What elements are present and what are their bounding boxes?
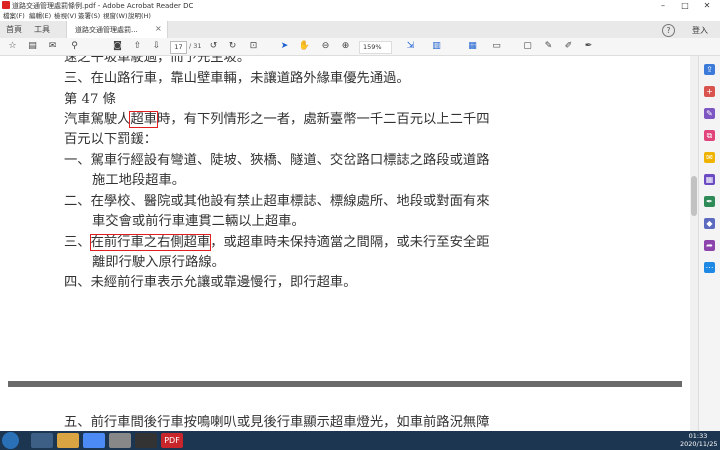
vertical-scrollbar[interactable] <box>690 56 698 431</box>
window-title: 道路交通管理處罰條例.pdf - Adobe Acrobat Reader DC <box>12 2 194 10</box>
page-separator <box>8 381 682 387</box>
zoom-level-dropdown[interactable]: 159% <box>359 41 392 54</box>
tab-close-icon[interactable]: × <box>155 24 162 33</box>
title-bar: 道路交通管理處罰條例.pdf - Adobe Acrobat Reader DC… <box>0 0 720 11</box>
menu-window[interactable]: 視窗(W) <box>103 11 128 21</box>
tab-bar: 首頁 工具 道路交通管理處罰... × <box>0 21 720 39</box>
explorer-icon[interactable] <box>31 433 53 448</box>
doc-line-11: 四、未經前行車表示允讓或靠邊慢行，即行超車。 <box>64 275 357 290</box>
doc-line-9: 三、在前行車之右側超車，或超車時未保持適當之間隔，或未行至安全距 <box>64 234 490 251</box>
page-total: / 31 <box>189 42 202 50</box>
doc-line-0: 速之午坡車駛過，而予先生坡。 <box>64 56 251 65</box>
doc-line-1: 三、在山路行車，靠山壁車輛，未讓道路外緣車優先通過。 <box>64 71 410 86</box>
maximize-button[interactable]: □ <box>674 0 696 11</box>
page-up-icon[interactable]: ⇧ <box>131 40 144 53</box>
right-tools-panel: ⇪ + ✎ ⧉ ✉ ▦ ✒ ◆ ➦ ⋯ <box>698 56 720 431</box>
doc-line-3: 汽車駕駛人超車時，有下列情形之一者，處新臺幣一千二百元以上二千四 <box>64 111 490 128</box>
organize-pages-icon[interactable]: ▦ <box>704 174 715 185</box>
export-pdf-icon[interactable]: ⇪ <box>704 64 715 75</box>
tab-tools[interactable]: 工具 <box>34 21 54 38</box>
highlight-box: 在前行車之右側超車 <box>89 234 212 251</box>
bookmark-star-icon[interactable]: ☆ <box>6 40 19 53</box>
tab-document[interactable]: 道路交通管理處罰... × <box>66 21 168 39</box>
doc-text: 汽車駕駛人 <box>64 112 131 127</box>
page-layout-icon[interactable]: ▦ <box>466 40 479 53</box>
tab-document-label: 道路交通管理處罰... <box>75 26 138 34</box>
scroll-mode-icon[interactable]: ▥ <box>430 40 443 53</box>
comment-icon[interactable]: ▢ <box>521 40 534 53</box>
send-for-review-icon[interactable]: ➦ <box>704 240 715 251</box>
read-mode-icon[interactable]: ▭ <box>490 40 503 53</box>
create-pdf-icon[interactable]: + <box>704 86 715 97</box>
toolbar: ☆ ▤ ✉ ⚲ ◙ ⇧ ⇩ 17 / 31 ↺ ↻ ⊡ ➤ ✋ ⊖ ⊕ 159%… <box>0 38 720 56</box>
comment-tool-icon[interactable]: ✉ <box>704 152 715 163</box>
acrobat-taskbar-icon[interactable]: PDF <box>161 433 183 448</box>
doc-line-6: 施工地段超車。 <box>92 173 186 188</box>
protect-icon[interactable]: ◆ <box>704 218 715 229</box>
print-icon[interactable]: ▤ <box>26 40 39 53</box>
folder-icon[interactable] <box>57 433 79 448</box>
doc-line-5: 一、駕車行經設有彎道、陡坡、狹橋、隧道、交岔路口標誌之路段或道路 <box>64 153 490 168</box>
document-view[interactable]: 速之午坡車駛過，而予先生坡。 三、在山路行車，靠山壁車輛，未讓道路外緣車優先通過… <box>0 56 698 431</box>
edit-pdf-icon[interactable]: ✎ <box>704 108 715 119</box>
ime-tool-icon[interactable] <box>135 433 157 448</box>
menu-sign[interactable]: 簽署(S) <box>78 11 100 21</box>
menu-help[interactable]: 說明(H) <box>128 11 151 21</box>
rotate-left-icon[interactable]: ↺ <box>207 40 220 53</box>
pen-icon[interactable]: ✎ <box>542 40 555 53</box>
start-button[interactable] <box>2 432 19 449</box>
fit-page-icon[interactable]: ⊡ <box>247 40 260 53</box>
login-button[interactable]: 登入 <box>692 25 708 36</box>
close-button[interactable]: ✕ <box>696 0 718 11</box>
doc-line-12: 五、前行車間後行車按鳴喇叭或見後行車顯示超車燈光，如車前路況無障 <box>64 415 490 430</box>
mail-icon[interactable] <box>109 433 131 448</box>
doc-line-8: 車交會或前行車連貫二輛以上超車。 <box>92 214 305 229</box>
doc-text: ，或超車時未保持適當之間隔，或未行至安全距 <box>210 235 490 250</box>
more-tools-icon[interactable]: ⋯ <box>704 262 715 273</box>
tab-home[interactable]: 首頁 <box>6 21 26 38</box>
doc-text: 三、 <box>64 235 91 250</box>
rotate-right-icon[interactable]: ↻ <box>226 40 239 53</box>
menu-edit[interactable]: 編輯(E) <box>29 11 51 21</box>
email-icon[interactable]: ✉ <box>46 40 59 53</box>
fit-width-icon[interactable]: ⇲ <box>404 40 417 53</box>
menu-view[interactable]: 檢視(V) <box>54 11 77 21</box>
minimize-button[interactable]: – <box>652 0 674 11</box>
menu-bar: 檔案(F) 編輯(E) 檢視(V) 簽署(S) 視窗(W) 說明(H) <box>0 11 720 21</box>
menu-file[interactable]: 檔案(F) <box>3 11 25 21</box>
highlight-box: 超車 <box>129 111 159 128</box>
zoom-in-icon[interactable]: ⊕ <box>339 40 352 53</box>
doc-line-4: 百元以下罰鍰： <box>64 132 158 147</box>
sign-icon[interactable]: ✒ <box>582 40 595 53</box>
hand-tool-icon[interactable]: ✋ <box>298 40 311 53</box>
clock-date: 2020/11/25 <box>680 439 718 448</box>
article-heading: 第 47 條 <box>64 92 116 107</box>
combine-files-icon[interactable]: ⧉ <box>704 130 715 141</box>
zoom-out-icon[interactable]: ⊖ <box>319 40 332 53</box>
highlight-icon[interactable]: ✐ <box>562 40 575 53</box>
chrome-icon[interactable] <box>83 433 105 448</box>
taskbar: PDF 01:33 2020/11/25 <box>0 431 720 450</box>
page-number-input[interactable]: 17 <box>170 41 187 54</box>
screenshot-icon[interactable]: ◙ <box>111 40 124 53</box>
acrobat-app-icon <box>2 1 10 9</box>
doc-line-10: 離即行駛入原行路線。 <box>92 255 225 270</box>
help-icon[interactable]: ? <box>662 24 675 37</box>
select-cursor-icon[interactable]: ➤ <box>278 40 291 53</box>
page-down-icon[interactable]: ⇩ <box>150 40 163 53</box>
search-icon[interactable]: ⚲ <box>68 40 81 53</box>
fill-sign-icon[interactable]: ✒ <box>704 196 715 207</box>
system-clock[interactable]: 01:33 2020/11/25 <box>680 432 718 448</box>
doc-text: 時，有下列情形之一者，處新臺幣一千二百元以上二千四 <box>157 112 490 127</box>
doc-line-7: 二、在學校、醫院或其他設有禁止超車標誌、標線處所、地段或對面有來 <box>64 194 490 209</box>
scrollbar-thumb[interactable] <box>691 176 697 216</box>
